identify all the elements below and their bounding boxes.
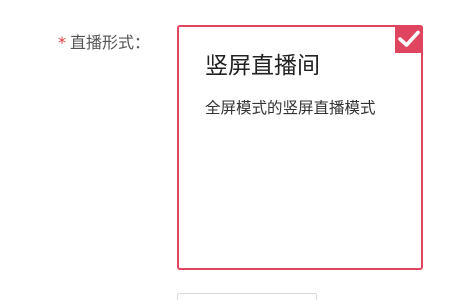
required-mark: * bbox=[58, 33, 66, 52]
next-field-label-cutoff bbox=[80, 293, 150, 300]
live-format-label-text: 直播形式： bbox=[70, 33, 151, 52]
form-page: * 直播形式： 竖屏直播间 全屏模式的竖屏直播模式 bbox=[0, 0, 450, 300]
live-format-label: * 直播形式： bbox=[58, 32, 150, 54]
option-title: 竖屏直播间 bbox=[205, 53, 320, 79]
check-icon bbox=[398, 30, 420, 47]
next-field-input[interactable] bbox=[177, 293, 317, 300]
option-description: 全屏模式的竖屏直播模式 bbox=[205, 99, 376, 117]
selected-badge bbox=[395, 25, 423, 53]
vertical-live-option-card[interactable]: 竖屏直播间 全屏模式的竖屏直播模式 bbox=[177, 25, 423, 270]
